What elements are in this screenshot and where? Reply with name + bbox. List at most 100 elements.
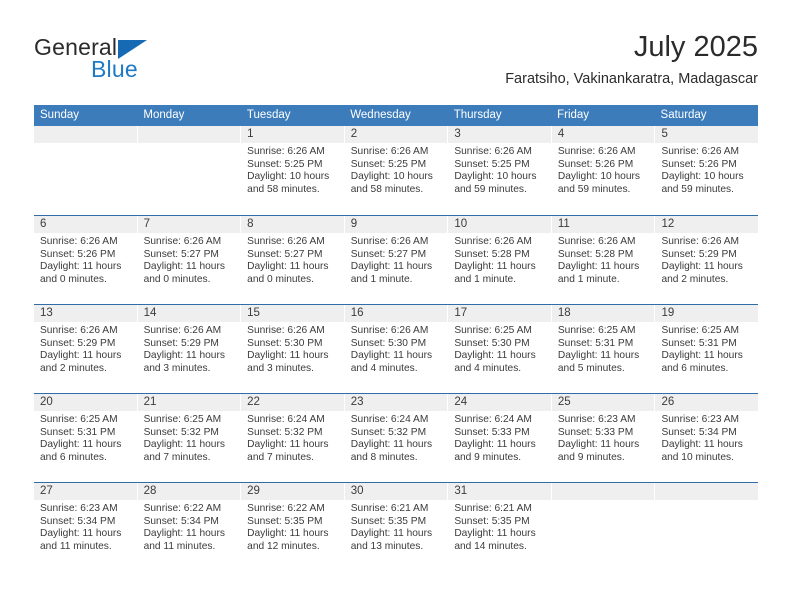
- day-sunrise-text: Sunrise: 6:26 AM: [143, 236, 222, 247]
- page-header: General Blue July 2025 Faratsiho, Vakina…: [34, 30, 758, 92]
- day-cell[interactable]: 5 Sunrise: 6:26 AM Sunset: 5:26 PM Daylight…: [655, 126, 759, 215]
- day-number-band: [34, 126, 137, 143]
- day-cell[interactable]: 13 Sunrise: 6:26 AM Sunset: 5:29 PM Dayligh…: [34, 305, 138, 393]
- day-sun-info: Sunrise: 6:22 AM Sunset: 5:34 PM Daylight:…: [138, 500, 241, 553]
- day-daylight2-text: and 6 minutes.: [40, 451, 107, 463]
- day-daylight1-text: Daylight: 11 hours: [247, 439, 329, 451]
- day-daylight2-text: and 1 minute.: [557, 273, 620, 285]
- general-blue-logo[interactable]: General Blue: [34, 34, 234, 90]
- day-daylight1-text: Daylight: 11 hours: [143, 528, 225, 540]
- weekday-header-sunday: Sunday: [40, 109, 80, 121]
- day-cell[interactable]: 22 Sunrise: 6:24 AM Sunset: 5:32 PM Dayligh…: [241, 394, 345, 482]
- day-cell[interactable]: 7 Sunrise: 6:26 AM Sunset: 5:27 PM Daylight…: [137, 216, 242, 304]
- day-daylight1-text: Daylight: 11 hours: [350, 350, 433, 362]
- weekday-header-friday: Friday: [557, 109, 590, 121]
- week-row: 13 Sunrise: 6:26 AM Sunset: 5:29 PM Dayligh…: [34, 304, 759, 393]
- day-cell[interactable]: 31 Sunrise: 6:21 AM Sunset: 5:35 PM Dayligh…: [448, 483, 552, 571]
- day-sunset-text: Sunset: 5:25 PM: [247, 158, 323, 170]
- day-number: 6: [40, 218, 47, 230]
- day-number: 7: [143, 218, 150, 230]
- day-number: 19: [661, 307, 675, 319]
- day-sun-info: Sunrise: 6:26 AM Sunset: 5:28 PM Daylight:…: [448, 233, 551, 286]
- day-number-band: [448, 126, 551, 143]
- weekday-header-tuesday: Tuesday: [246, 109, 291, 121]
- day-cell[interactable]: 11 Sunrise: 6:26 AM Sunset: 5:28 PM Dayligh…: [551, 216, 656, 304]
- day-number: 16: [350, 307, 364, 319]
- day-daylight1-text: Daylight: 11 hours: [40, 439, 122, 451]
- day-sun-info: Sunrise: 6:23 AM Sunset: 5:34 PM Daylight:…: [34, 500, 137, 553]
- weekday-header-monday: Monday: [143, 109, 185, 121]
- day-daylight2-text: and 6 minutes.: [661, 362, 729, 374]
- day-cell[interactable]: 6 Sunrise: 6:26 AM Sunset: 5:26 PM Daylight…: [34, 216, 138, 304]
- day-cell[interactable]: 15 Sunrise: 6:26 AM Sunset: 5:30 PM Dayligh…: [241, 305, 345, 393]
- day-cell-empty: [655, 483, 759, 571]
- day-cell[interactable]: 20 Sunrise: 6:25 AM Sunset: 5:31 PM Dayligh…: [34, 394, 138, 482]
- day-number: 2: [350, 128, 358, 140]
- day-daylight2-text: and 9 minutes.: [557, 451, 625, 463]
- title-block: July 2025 Faratsiho, Vakinankaratra, Mad…: [505, 30, 758, 89]
- day-daylight1-text: Daylight: 11 hours: [557, 350, 640, 362]
- day-sun-info: Sunrise: 6:26 AM Sunset: 5:25 PM Daylight:…: [241, 143, 344, 196]
- day-number: 5: [661, 128, 668, 140]
- day-sunrise-text: Sunrise: 6:22 AM: [143, 503, 222, 514]
- day-cell[interactable]: 29 Sunrise: 6:22 AM Sunset: 5:35 PM Dayligh…: [241, 483, 345, 571]
- weekday-header-thursday: Thursday: [453, 109, 502, 121]
- day-daylight2-text: and 10 minutes.: [661, 451, 734, 463]
- day-cell[interactable]: 17 Sunrise: 6:25 AM Sunset: 5:30 PM Dayligh…: [448, 305, 552, 393]
- day-sunset-text: Sunset: 5:28 PM: [557, 248, 634, 260]
- day-daylight2-text: and 58 minutes.: [350, 183, 424, 195]
- day-daylight2-text: and 59 minutes.: [557, 183, 631, 195]
- day-daylight2-text: and 3 minutes.: [247, 362, 314, 374]
- day-cell[interactable]: 30 Sunrise: 6:21 AM Sunset: 5:35 PM Dayligh…: [344, 483, 449, 571]
- day-number: 24: [454, 396, 468, 408]
- day-sun-info: Sunrise: 6:25 AM Sunset: 5:31 PM Daylight:…: [552, 322, 655, 375]
- day-cell[interactable]: 8 Sunrise: 6:26 AM Sunset: 5:27 PM Daylight…: [241, 216, 345, 304]
- day-number: 15: [247, 307, 260, 319]
- day-number: 9: [350, 218, 358, 230]
- day-sun-info: Sunrise: 6:26 AM Sunset: 5:25 PM Daylight:…: [448, 143, 551, 196]
- day-cell[interactable]: 18 Sunrise: 6:25 AM Sunset: 5:31 PM Dayligh…: [551, 305, 656, 393]
- day-sunrise-text: Sunrise: 6:25 AM: [40, 414, 118, 425]
- day-cell[interactable]: 24 Sunrise: 6:24 AM Sunset: 5:33 PM Dayligh…: [448, 394, 552, 482]
- location-subtitle: Faratsiho, Vakinankaratra, Madagascar: [505, 71, 758, 87]
- day-sunset-text: Sunset: 5:29 PM: [40, 337, 116, 349]
- day-daylight2-text: and 9 minutes.: [454, 451, 522, 463]
- week-row: 6 Sunrise: 6:26 AM Sunset: 5:26 PM Daylight…: [34, 215, 759, 304]
- day-sunset-text: Sunset: 5:27 PM: [143, 248, 219, 260]
- day-cell[interactable]: 2 Sunrise: 6:26 AM Sunset: 5:25 PM Daylight…: [344, 126, 449, 215]
- day-number: 8: [247, 218, 254, 230]
- day-daylight1-text: Daylight: 11 hours: [40, 261, 122, 273]
- day-daylight1-text: Daylight: 11 hours: [454, 439, 536, 451]
- day-daylight2-text: and 14 minutes.: [454, 540, 527, 552]
- day-daylight2-text: and 59 minutes.: [454, 183, 527, 195]
- day-daylight1-text: Daylight: 11 hours: [143, 350, 225, 362]
- day-daylight2-text: and 2 minutes.: [40, 362, 107, 374]
- day-daylight1-text: Daylight: 10 hours: [557, 171, 641, 183]
- day-sun-info: Sunrise: 6:26 AM Sunset: 5:27 PM Daylight:…: [241, 233, 344, 286]
- day-sun-info: Sunrise: 6:23 AM Sunset: 5:33 PM Daylight:…: [552, 411, 655, 464]
- day-cell[interactable]: 1 Sunrise: 6:26 AM Sunset: 5:25 PM Daylight…: [241, 126, 345, 215]
- day-cell[interactable]: 23 Sunrise: 6:24 AM Sunset: 5:32 PM Dayligh…: [344, 394, 449, 482]
- day-cell[interactable]: 14 Sunrise: 6:26 AM Sunset: 5:29 PM Dayligh…: [137, 305, 242, 393]
- day-cell[interactable]: 9 Sunrise: 6:26 AM Sunset: 5:27 PM Daylight…: [344, 216, 449, 304]
- day-sunset-text: Sunset: 5:31 PM: [40, 426, 116, 438]
- day-cell[interactable]: 21 Sunrise: 6:25 AM Sunset: 5:32 PM Dayligh…: [137, 394, 242, 482]
- day-number: 18: [557, 307, 571, 319]
- day-cell[interactable]: 19 Sunrise: 6:25 AM Sunset: 5:31 PM Dayligh…: [655, 305, 759, 393]
- day-sunrise-text: Sunrise: 6:26 AM: [247, 146, 325, 157]
- day-sunset-text: Sunset: 5:25 PM: [454, 158, 530, 170]
- day-cell[interactable]: 16 Sunrise: 6:26 AM Sunset: 5:30 PM Dayligh…: [344, 305, 449, 393]
- day-cell[interactable]: 3 Sunrise: 6:26 AM Sunset: 5:25 PM Daylight…: [448, 126, 552, 215]
- day-daylight2-text: and 4 minutes.: [454, 362, 522, 374]
- day-number-band: [655, 483, 759, 500]
- week-row: 27 Sunrise: 6:23 AM Sunset: 5:34 PM Dayligh…: [34, 482, 759, 571]
- day-cell[interactable]: 4 Sunrise: 6:26 AM Sunset: 5:26 PM Daylight…: [551, 126, 656, 215]
- day-cell[interactable]: 27 Sunrise: 6:23 AM Sunset: 5:34 PM Dayligh…: [34, 483, 138, 571]
- day-cell[interactable]: 10 Sunrise: 6:26 AM Sunset: 5:28 PM Dayligh…: [448, 216, 552, 304]
- day-cell[interactable]: 12 Sunrise: 6:26 AM Sunset: 5:29 PM Dayligh…: [655, 216, 759, 304]
- day-cell[interactable]: 28 Sunrise: 6:22 AM Sunset: 5:34 PM Dayligh…: [137, 483, 242, 571]
- day-cell[interactable]: 26 Sunrise: 6:23 AM Sunset: 5:34 PM Dayligh…: [655, 394, 759, 482]
- calendar-grid: Sunday Monday Tuesday Wednesday Thursday…: [34, 105, 759, 571]
- day-sun-info: Sunrise: 6:25 AM Sunset: 5:31 PM Daylight:…: [34, 411, 137, 464]
- day-cell[interactable]: 25 Sunrise: 6:23 AM Sunset: 5:33 PM Dayligh…: [551, 394, 656, 482]
